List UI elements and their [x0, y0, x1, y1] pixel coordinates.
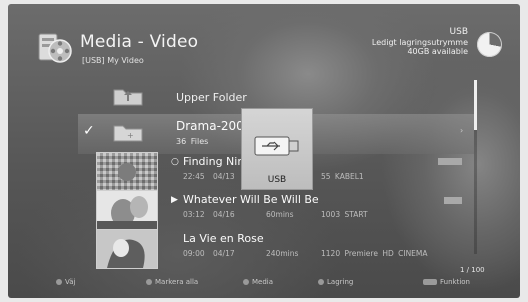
- source-label: USB: [449, 27, 468, 37]
- item-date: 04/13: [213, 172, 235, 181]
- footer-select-all-button[interactable]: Markera alla: [146, 278, 198, 286]
- upper-folder-icon: [113, 89, 143, 106]
- item-date: 04/17: [213, 249, 235, 258]
- item-channel: 1120 Premiere HD CINEMA: [321, 249, 428, 258]
- breadcrumb: [USB] My Video: [82, 56, 144, 65]
- lock-icon: [444, 197, 462, 204]
- item-duration: 60mins: [266, 210, 294, 219]
- page-indicator: 1 / 100: [460, 266, 485, 274]
- storage-label: Ledigt lagringsutrymme: [371, 37, 468, 47]
- item-time: 09:00: [183, 249, 205, 258]
- scrollbar-thumb[interactable]: [474, 80, 477, 130]
- video-thumbnail: [96, 190, 158, 230]
- storage-value: 40GB available: [407, 47, 468, 56]
- item-date: 04/16: [213, 210, 235, 219]
- red-button-icon: [56, 279, 62, 285]
- item-title: Whatever Will Be Will Be: [183, 193, 319, 206]
- video-thumbnail: [96, 152, 158, 192]
- usb-drive-icon: [254, 136, 299, 156]
- item-time: 03:12: [183, 210, 205, 219]
- screen: Media - Video [USB] My Video USB Ledigt …: [8, 4, 520, 298]
- footer-select-button[interactable]: Väj: [56, 278, 75, 286]
- check-icon: ✓: [83, 123, 95, 139]
- blue-button-icon: [318, 279, 324, 285]
- folder-name: Drama-200: [176, 119, 244, 133]
- item-channel: 55 KABEL1: [321, 172, 364, 181]
- svg-text:+: +: [127, 131, 134, 140]
- hd-badge: [438, 158, 462, 165]
- item-channel: 1003 START: [321, 210, 368, 219]
- upper-folder-label: Upper Folder: [176, 91, 247, 104]
- page-title: Media - Video: [80, 32, 199, 52]
- footer-function-button[interactable]: Funktion: [423, 278, 470, 286]
- usb-popup[interactable]: USB: [241, 108, 313, 190]
- item-duration: 240mins: [266, 249, 299, 258]
- footer-storage-button[interactable]: Lagring: [318, 278, 353, 286]
- item-title: Finding Nim: [183, 155, 249, 168]
- storage-info: USB Ledigt lagringsutrymme 40GB availabl…: [371, 27, 468, 57]
- options-button-icon: [423, 279, 437, 285]
- usb-label: USB: [267, 175, 287, 185]
- yellow-button-icon: [243, 279, 249, 285]
- video-thumbnail: [96, 229, 158, 269]
- green-button-icon: [146, 279, 152, 285]
- folder-icon: +: [113, 125, 143, 142]
- play-icon: ▶: [171, 195, 178, 205]
- footer-media-button[interactable]: Media: [243, 278, 273, 286]
- folder-arrow-icon: ›: [460, 126, 464, 135]
- folder-file-count: 36 Files: [176, 137, 209, 146]
- item-title: La Vie en Rose: [183, 232, 264, 245]
- video-folder-icon: [38, 33, 72, 63]
- item-time: 22:45: [183, 172, 205, 181]
- storage-pie-icon: [477, 32, 502, 57]
- bullet-icon: ○: [171, 157, 179, 167]
